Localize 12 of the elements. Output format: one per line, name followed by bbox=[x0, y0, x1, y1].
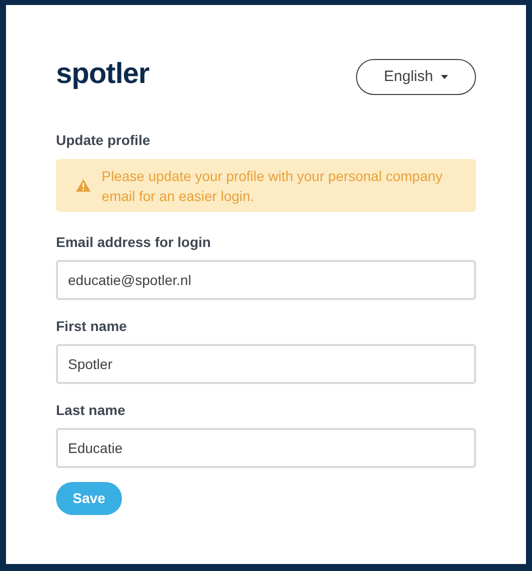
alert-message: Please update your profile with your personal company email for an easier login. bbox=[102, 166, 444, 206]
field-label: Last name bbox=[56, 401, 126, 420]
input-field[interactable]: Educatie bbox=[56, 428, 476, 468]
field-label: Email address for login bbox=[56, 233, 212, 252]
input-field[interactable]: educatie@spotler.nl bbox=[56, 260, 476, 300]
field-label: First name bbox=[56, 317, 128, 336]
language-dropdown[interactable]: English bbox=[356, 59, 476, 95]
warning-icon bbox=[76, 177, 91, 194]
section-title: Update profile bbox=[56, 131, 152, 150]
logo: spotler bbox=[56, 60, 150, 89]
caret-icon bbox=[441, 75, 448, 79]
input-field[interactable]: Spotler bbox=[56, 344, 476, 384]
